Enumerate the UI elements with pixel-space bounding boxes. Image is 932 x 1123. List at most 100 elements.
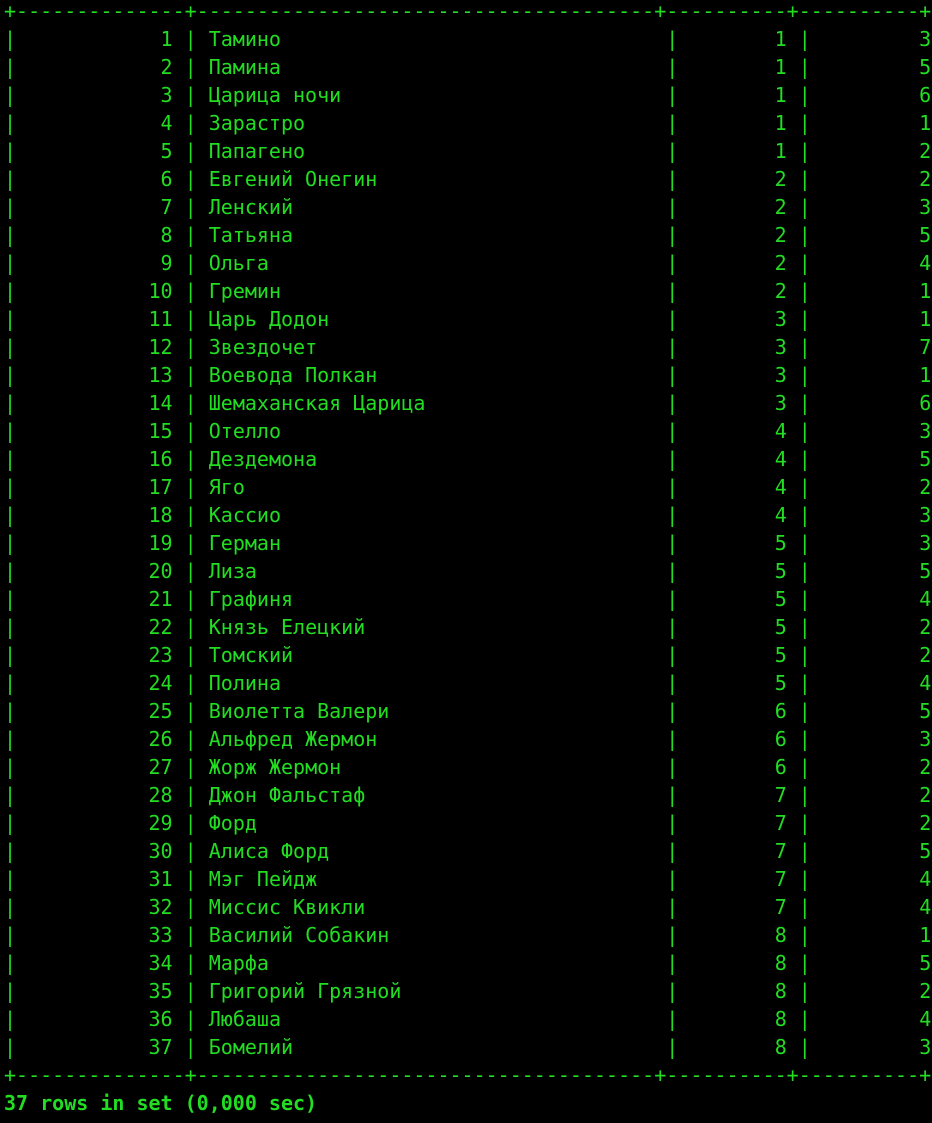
cell-id-value: 4 xyxy=(160,111,173,135)
column-separator: | xyxy=(786,335,823,359)
table-row: | 19 | Герман | 5 | 3 | xyxy=(4,529,932,557)
cell-name-value: Звездочет xyxy=(208,335,318,359)
cell-name: Василий Собакин xyxy=(209,923,655,947)
column-separator: | xyxy=(786,615,823,639)
cell-id: 29 xyxy=(28,811,173,835)
column-separator: | xyxy=(786,727,823,751)
column-separator: | xyxy=(654,447,691,471)
cell-name: Памина xyxy=(209,55,655,79)
cell-col4: 3 xyxy=(823,503,931,527)
column-separator: | xyxy=(4,671,29,695)
cell-id: 32 xyxy=(28,895,173,919)
cell-col4: 7 xyxy=(823,335,931,359)
cell-id-value: 15 xyxy=(148,419,173,443)
table-bottom-border: +--------------+------------------------… xyxy=(4,1063,932,1087)
cell-name-value: Воевода Полкан xyxy=(208,363,378,387)
cell-col3-value: 5 xyxy=(774,671,787,695)
cell-id: 5 xyxy=(28,139,173,163)
cell-col3: 5 xyxy=(690,671,787,695)
cell-col4-value: 2 xyxy=(919,615,932,639)
cell-id-value: 36 xyxy=(148,1007,173,1031)
cell-name: Алиса Форд xyxy=(209,839,655,863)
cell-col4-value: 1 xyxy=(919,307,932,331)
cell-col3-value: 4 xyxy=(774,447,787,471)
column-separator: | xyxy=(786,839,823,863)
cell-id: 15 xyxy=(28,419,173,443)
cell-id-value: 6 xyxy=(160,167,173,191)
cell-col3: 2 xyxy=(690,167,787,191)
cell-id-value: 8 xyxy=(160,223,173,247)
cell-id: 21 xyxy=(28,587,173,611)
cell-col3: 7 xyxy=(690,895,787,919)
column-separator: | xyxy=(654,727,691,751)
column-separator: | xyxy=(654,979,691,1003)
column-separator: | xyxy=(4,419,29,443)
column-separator: | xyxy=(172,1035,209,1059)
cell-id: 22 xyxy=(28,615,173,639)
cell-id: 24 xyxy=(28,671,173,695)
cell-name-value: Шемаханская Царица xyxy=(208,391,426,415)
cell-col4: 2 xyxy=(823,783,931,807)
cell-col4: 5 xyxy=(823,55,931,79)
cell-col3-value: 2 xyxy=(774,223,787,247)
cell-id: 7 xyxy=(28,195,173,219)
cell-id-value: 26 xyxy=(148,727,173,751)
column-separator: | xyxy=(4,307,29,331)
cell-id-value: 20 xyxy=(148,559,173,583)
cell-name: Графиня xyxy=(209,587,655,611)
cell-name: Герман xyxy=(209,531,655,555)
cell-col3: 6 xyxy=(690,755,787,779)
column-separator: | xyxy=(654,559,691,583)
cell-name-value: Бомелий xyxy=(208,1035,294,1059)
cell-col3: 8 xyxy=(690,1035,787,1059)
cell-col3-value: 5 xyxy=(774,531,787,555)
cell-col4: 5 xyxy=(823,839,931,863)
cell-name-value: Жорж Жермон xyxy=(208,755,342,779)
cell-col4: 4 xyxy=(823,671,931,695)
cell-name: Ольга xyxy=(209,251,655,275)
table-row: | 25 | Виолетта Валери | 6 | 5 | xyxy=(4,697,932,725)
cell-name-value: Гремин xyxy=(208,279,281,303)
cell-id-value: 37 xyxy=(148,1035,173,1059)
column-separator: | xyxy=(654,531,691,555)
cell-name-value: Памина xyxy=(208,55,281,79)
cell-col4-value: 2 xyxy=(919,475,932,499)
column-separator: | xyxy=(654,139,691,163)
cell-col4-value: 3 xyxy=(919,419,932,443)
column-separator: | xyxy=(4,1007,29,1031)
table-row: | 36 | Любаша | 8 | 4 | xyxy=(4,1005,932,1033)
column-separator: | xyxy=(172,559,209,583)
cell-col4-value: 1 xyxy=(919,279,932,303)
cell-col4: 1 xyxy=(823,363,931,387)
cell-name: Гремин xyxy=(209,279,655,303)
cell-col3-value: 1 xyxy=(774,55,787,79)
table-row: | 23 | Томский | 5 | 2 | xyxy=(4,641,932,669)
cell-id-value: 35 xyxy=(148,979,173,1003)
column-separator: | xyxy=(172,783,209,807)
cell-id-value: 30 xyxy=(148,839,173,863)
cell-name-value: Джон Фальстаф xyxy=(208,783,366,807)
cell-col3-value: 8 xyxy=(774,923,787,947)
column-separator: | xyxy=(786,307,823,331)
cell-col4: 4 xyxy=(823,251,931,275)
column-separator: | xyxy=(4,615,29,639)
column-separator: | xyxy=(172,671,209,695)
column-separator: | xyxy=(172,643,209,667)
cell-name-value: Мэг Пейдж xyxy=(208,867,318,891)
column-separator: | xyxy=(786,783,823,807)
column-separator: | xyxy=(172,531,209,555)
column-separator: | xyxy=(786,531,823,555)
cell-col3-value: 2 xyxy=(774,195,787,219)
column-separator: | xyxy=(654,475,691,499)
cell-col3-value: 4 xyxy=(774,475,787,499)
table-row: | 29 | Форд | 7 | 2 | xyxy=(4,809,932,837)
column-separator: | xyxy=(4,447,29,471)
cell-col3: 2 xyxy=(690,251,787,275)
column-separator: | xyxy=(654,895,691,919)
cell-id: 26 xyxy=(28,727,173,751)
column-separator: | xyxy=(4,587,29,611)
cell-id: 6 xyxy=(28,167,173,191)
column-separator: | xyxy=(786,279,823,303)
cell-col3: 1 xyxy=(690,139,787,163)
column-separator: | xyxy=(4,923,29,947)
